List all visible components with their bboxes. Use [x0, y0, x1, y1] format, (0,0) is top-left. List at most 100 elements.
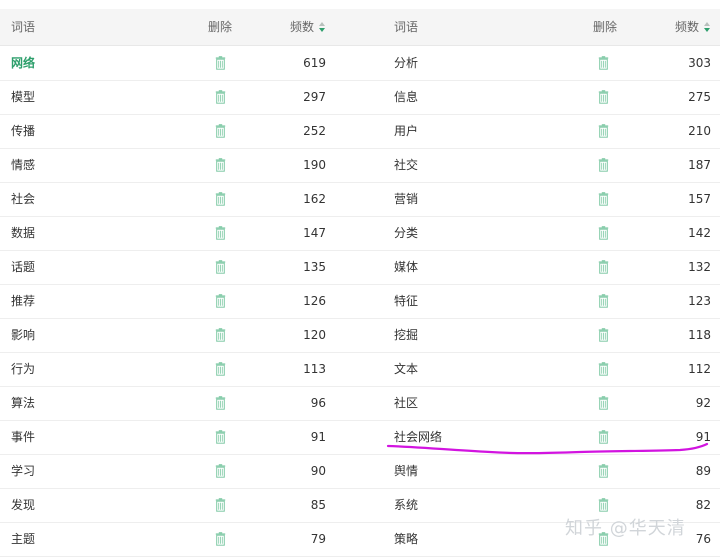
column-header-frequency-label-right: 频数	[674, 20, 699, 34]
trash-icon[interactable]	[215, 192, 226, 206]
delete-button-left[interactable]	[210, 46, 230, 80]
delete-button-right[interactable]	[593, 352, 613, 386]
trash-icon[interactable]	[215, 532, 226, 546]
delete-button-right[interactable]	[593, 386, 613, 420]
trash-icon[interactable]	[215, 498, 226, 512]
frequency-left: 90	[310, 464, 326, 478]
delete-button-left[interactable]	[210, 216, 230, 250]
word-right: 分类	[394, 226, 419, 240]
delete-button-right[interactable]	[593, 318, 613, 352]
delete-button-left[interactable]	[210, 454, 230, 488]
word-right: 挖掘	[394, 328, 419, 342]
delete-button-left[interactable]	[210, 80, 230, 114]
frequency-left: 126	[303, 294, 326, 308]
delete-button-left[interactable]	[210, 488, 230, 522]
trash-icon[interactable]	[598, 396, 609, 410]
trash-icon[interactable]	[215, 260, 226, 274]
column-header-delete-left: 删除	[208, 20, 233, 34]
trash-icon[interactable]	[598, 430, 609, 444]
trash-icon[interactable]	[598, 260, 609, 274]
delete-button-right[interactable]	[593, 454, 613, 488]
delete-button-right[interactable]	[593, 148, 613, 182]
word-left: 话题	[11, 260, 36, 274]
column-header-frequency-right[interactable]: 频数	[665, 9, 711, 45]
word-right: 分析	[394, 56, 419, 70]
delete-button-right[interactable]	[593, 182, 613, 216]
delete-button-right[interactable]	[593, 80, 613, 114]
word-left: 影响	[11, 328, 36, 342]
trash-icon[interactable]	[215, 90, 226, 104]
trash-icon[interactable]	[598, 498, 609, 512]
trash-icon[interactable]	[598, 56, 609, 70]
word-right: 策略	[394, 532, 419, 546]
delete-button-right[interactable]	[593, 250, 613, 284]
delete-button-right[interactable]	[593, 114, 613, 148]
trash-icon[interactable]	[598, 124, 609, 138]
delete-button-left[interactable]	[210, 522, 230, 556]
frequency-left: 252	[303, 124, 326, 138]
trash-icon[interactable]	[215, 328, 226, 342]
delete-button-left[interactable]	[210, 148, 230, 182]
sort-icon[interactable]	[318, 21, 326, 33]
trash-icon[interactable]	[598, 90, 609, 104]
column-header-frequency-left[interactable]: 频数	[280, 9, 326, 45]
trash-icon[interactable]	[215, 464, 226, 478]
trash-icon[interactable]	[215, 158, 226, 172]
delete-button-right[interactable]	[593, 420, 613, 454]
trash-icon[interactable]	[598, 464, 609, 478]
trash-icon[interactable]	[215, 362, 226, 376]
delete-button-right[interactable]	[593, 46, 613, 80]
word-right: 信息	[394, 90, 419, 104]
trash-icon[interactable]	[215, 396, 226, 410]
delete-button-left[interactable]	[210, 250, 230, 284]
word-right: 媒体	[394, 260, 419, 274]
frequency-left: 162	[303, 192, 326, 206]
trash-icon[interactable]	[215, 56, 226, 70]
delete-button-right[interactable]	[593, 284, 613, 318]
trash-icon[interactable]	[598, 158, 609, 172]
frequency-right: 92	[695, 396, 711, 410]
word-right: 用户	[394, 124, 419, 138]
delete-button-right[interactable]	[593, 216, 613, 250]
word-left: 发现	[11, 498, 36, 512]
table-header-row: 词语 删除 频数 词语 删除 频数	[0, 9, 720, 46]
frequency-right: 275	[688, 90, 711, 104]
table-row: 社会 162 营销 157	[0, 182, 720, 217]
word-left: 行为	[11, 362, 36, 376]
trash-icon[interactable]	[598, 328, 609, 342]
word-right: 营销	[394, 192, 419, 206]
word-left: 算法	[11, 396, 36, 410]
frequency-right: 157	[688, 192, 711, 206]
column-header-frequency-label-left: 频数	[289, 20, 314, 34]
table-row: 推荐 126 特征 123	[0, 284, 720, 319]
column-header-delete-right: 删除	[593, 20, 618, 34]
trash-icon[interactable]	[598, 192, 609, 206]
delete-button-left[interactable]	[210, 284, 230, 318]
trash-icon[interactable]	[215, 226, 226, 240]
trash-icon[interactable]	[215, 294, 226, 308]
trash-icon[interactable]	[598, 294, 609, 308]
delete-button-left[interactable]	[210, 352, 230, 386]
delete-button-left[interactable]	[210, 386, 230, 420]
frequency-right: 91	[695, 430, 711, 444]
table-row: 网络 619 分析 303	[0, 46, 720, 81]
word-left: 主题	[11, 532, 36, 546]
frequency-left: 147	[303, 226, 326, 240]
delete-button-left[interactable]	[210, 318, 230, 352]
table-row: 学习 90 舆情 89	[0, 454, 720, 489]
frequency-left: 96	[310, 396, 326, 410]
delete-button-left[interactable]	[210, 420, 230, 454]
trash-icon[interactable]	[215, 430, 226, 444]
delete-button-left[interactable]	[210, 182, 230, 216]
frequency-left: 113	[303, 362, 326, 376]
trash-icon[interactable]	[215, 124, 226, 138]
sort-icon[interactable]	[703, 21, 711, 33]
trash-icon[interactable]	[598, 362, 609, 376]
frequency-left: 91	[310, 430, 326, 444]
word-right: 社交	[394, 158, 419, 172]
delete-button-left[interactable]	[210, 114, 230, 148]
frequency-right: 303	[688, 56, 711, 70]
table-row: 事件 91 社会网络 91	[0, 420, 720, 455]
trash-icon[interactable]	[598, 226, 609, 240]
frequency-left: 79	[310, 532, 326, 546]
